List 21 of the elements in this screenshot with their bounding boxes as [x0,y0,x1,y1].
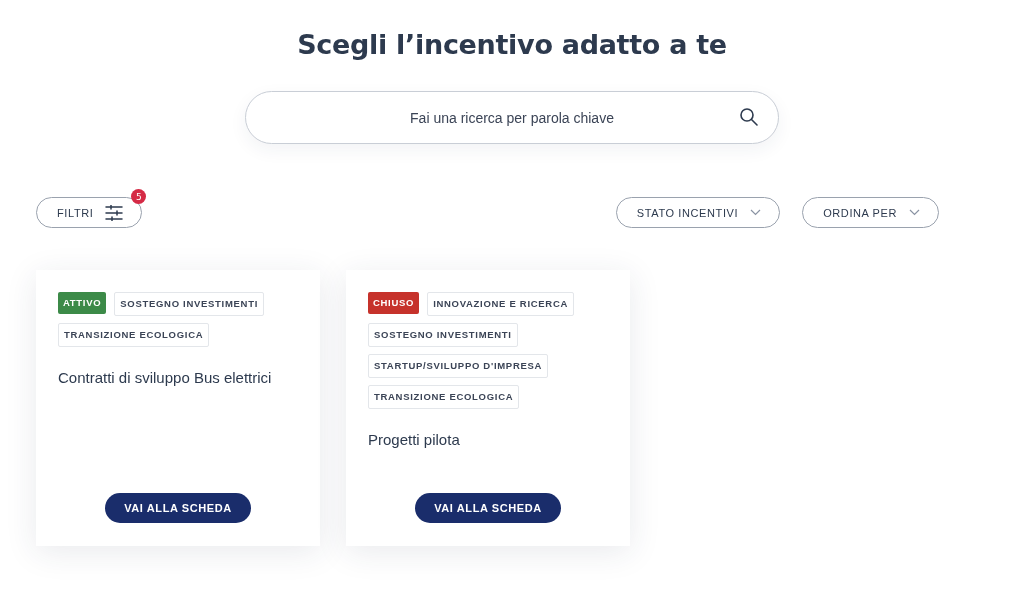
status-tag: ATTIVO [58,292,107,314]
details-button[interactable]: VAI ALLA SCHEDA [415,493,561,523]
dropdown[interactable]: ORDINA PER [802,197,939,228]
details-button[interactable]: VAI ALLA SCHEDA [105,493,251,523]
card-title: Progetti pilota [368,431,461,448]
chevron-down-icon [750,209,762,216]
status-tag: CHIUSO [368,292,420,314]
filter-count-badge: 5 [131,189,147,204]
category-tag: STARTUP/SVILUPPO D'IMPRESA [368,354,549,378]
dropdown[interactable]: STATO INCENTIVI [615,197,781,228]
chevron-down-icon [909,209,920,216]
sliders-icon [105,204,124,221]
search-icon[interactable] [739,107,759,127]
category-tag: SOSTEGNO INVESTIMENTI [114,292,264,316]
category-tag: TRANSIZIONE ECOLOGICA [58,323,210,347]
category-tag: INNOVAZIONE E RICERCA [427,292,575,316]
card-title: Contratti di sviluppo Bus elettrici [58,369,273,386]
category-tag: SOSTEGNO INVESTIMENTI [368,323,518,347]
category-tag: TRANSIZIONE ECOLOGICA [368,385,520,409]
page-title: Scegli l’incentivo adatto a te [296,28,728,62]
search-field[interactable]: Fai una ricerca per parola chiave [245,91,779,144]
